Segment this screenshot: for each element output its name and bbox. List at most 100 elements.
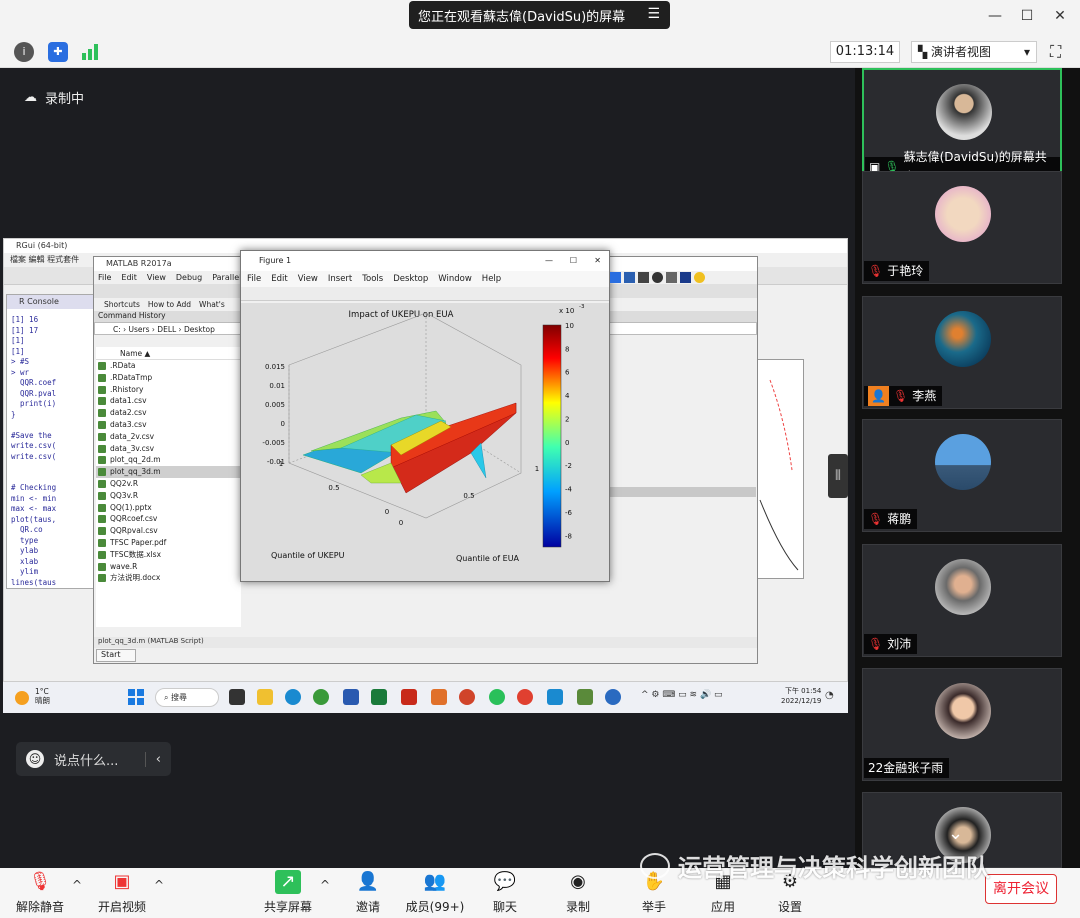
participant-tile[interactable]: 👤 🎙 李燕 [862, 296, 1062, 409]
figure-window[interactable]: Figure 1 — ☐ ✕ File Edit View Insert Tools De… [240, 250, 610, 582]
members-button[interactable]: 👥 成员(99+) [400, 868, 470, 918]
figure-menu-edit[interactable]: Edit [271, 271, 287, 287]
figure-menu-view[interactable]: View [298, 271, 318, 287]
maximize-button[interactable]: ☐ [1016, 8, 1038, 28]
file-list-item[interactable]: plot_qq_2d.m [96, 454, 241, 466]
share-screen-button[interactable]: ↗ 共享屏幕 [258, 868, 318, 918]
shortcuts-link[interactable]: Shortcuts [104, 298, 140, 311]
chevron-left-icon[interactable]: ‹ [144, 751, 161, 767]
figure-menu[interactable]: File Edit View Insert Tools Desktop Window Help [241, 271, 609, 287]
file-list-item[interactable]: wave.R [96, 561, 241, 573]
matlab-menu-view[interactable]: View [147, 271, 166, 284]
chevron-up-icon[interactable]: ^ [320, 878, 330, 892]
whats-new-link[interactable]: What's [199, 298, 225, 311]
matlab-menu-edit[interactable]: Edit [121, 271, 137, 284]
participant-tile[interactable]: 🎙 于艳玲 [862, 171, 1062, 284]
notepad-icon[interactable] [547, 689, 563, 705]
toolbar-icon[interactable] [666, 272, 677, 283]
r-console[interactable]: R Console [1] 16 [1] 17 [1] [1] > #S > w… [6, 294, 98, 589]
taskbar-search[interactable]: ⌕ 搜尋 [155, 688, 219, 707]
whatsapp-icon[interactable] [489, 689, 505, 705]
weather-icon[interactable] [15, 691, 29, 705]
figure-menu-file[interactable]: File [247, 271, 261, 287]
participant-tile[interactable]: ▣🎙蘇志偉(DavidSu)的屏幕共享 [862, 68, 1062, 184]
signal-icon[interactable] [82, 44, 100, 60]
file-list-item[interactable]: TFSC数据.xlsx [96, 549, 241, 561]
toolbar-icon[interactable] [610, 272, 621, 283]
chevron-up-icon[interactable]: ^ [154, 878, 164, 892]
chat-input[interactable]: ☺ 说点什么... ‹ [16, 742, 171, 776]
figure-menu-desktop[interactable]: Desktop [393, 271, 428, 287]
file-list-item[interactable]: data_3v.csv [96, 443, 241, 455]
tray-icons[interactable]: ^ ⚙ ⌨ ▭ ≋ 🔊 ▭ [641, 690, 723, 700]
figure-maximize-button[interactable]: ☐ [570, 251, 577, 271]
info-icon[interactable]: i [14, 42, 34, 62]
file-list-item[interactable]: data1.csv [96, 395, 241, 407]
figure-menu-help[interactable]: Help [482, 271, 501, 287]
file-list-item[interactable]: 方法说明.docx [96, 572, 241, 584]
chevron-down-icon[interactable]: ⌄ [948, 823, 963, 844]
participant-tile[interactable]: 🎙 刘沛 [862, 544, 1062, 657]
chrome-icon[interactable] [313, 689, 329, 705]
file-list-item[interactable]: QQRpval.csv [96, 525, 241, 537]
minimize-button[interactable]: — [984, 8, 1006, 28]
shield-icon[interactable]: ✚ [48, 42, 68, 62]
file-list-item[interactable]: data_2v.csv [96, 431, 241, 443]
matlab-right-toolbar[interactable] [610, 272, 720, 286]
edge-icon[interactable] [285, 689, 301, 705]
menu-icon[interactable]: ☰ [647, 6, 660, 22]
file-list-item[interactable]: plot_qq_3d.m [96, 466, 241, 478]
file-list-item[interactable]: .RData [96, 360, 241, 372]
chevron-up-icon[interactable]: ^ [72, 878, 82, 892]
gear-icon[interactable] [694, 272, 705, 283]
chat-button[interactable]: 💬 聊天 [478, 868, 532, 918]
taskbar-clock[interactable]: 下午 01:54 2022/12/19 [781, 686, 821, 706]
task-view-icon[interactable] [229, 689, 245, 705]
excel-icon[interactable] [371, 689, 387, 705]
participant-tile[interactable]: 🎙 蒋鹏 [862, 419, 1062, 532]
powerpoint-icon[interactable] [459, 689, 475, 705]
name-column-header[interactable]: Name ▲ [96, 347, 241, 360]
sidebar-collapse-button[interactable]: ⦀ [828, 454, 848, 498]
file-explorer-icon[interactable] [257, 689, 273, 705]
r-icon[interactable] [605, 689, 621, 705]
invite-button[interactable]: 👤 邀请 [340, 868, 396, 918]
matlab-icon[interactable] [431, 689, 447, 705]
file-list-item[interactable]: QQ3v.R [96, 490, 241, 502]
acrobat-icon[interactable] [401, 689, 417, 705]
fullscreen-icon[interactable]: ⛶ [1050, 42, 1061, 62]
emoji-icon[interactable]: ☺ [26, 750, 44, 768]
figure-minimize-button[interactable]: — [545, 251, 553, 271]
word-icon[interactable] [343, 689, 359, 705]
windows-start-icon[interactable] [128, 689, 144, 705]
file-list-item[interactable]: QQ2v.R [96, 478, 241, 490]
toolbar-icon[interactable] [624, 272, 635, 283]
view-mode-button[interactable]: ▚ 演讲者视图 ▾ [911, 41, 1037, 63]
file-list-item[interactable]: .RDataTmp [96, 372, 241, 384]
app-icon[interactable] [577, 689, 593, 705]
weather-widget[interactable]: 1°C 晴朗 [35, 687, 50, 705]
current-folder-panel[interactable]: Name ▲ .RData .RDataTmp .Rhistory data1.csv… [96, 347, 241, 627]
toolbar-icon[interactable] [638, 272, 649, 283]
file-list-item[interactable]: QQRcoef.csv [96, 513, 241, 525]
figure-close-button[interactable]: ✕ [594, 251, 601, 271]
file-list-item[interactable]: .Rhistory [96, 384, 241, 396]
figure-plot-area[interactable]: Impact of UKEPU on EUA 0.015 0.01 0.005 0 -0… [241, 303, 609, 581]
figure-menu-window[interactable]: Window [438, 271, 472, 287]
start-video-button[interactable]: ▣ 开启视频 [92, 868, 152, 918]
chrome-browser-icon[interactable] [517, 689, 533, 705]
figure-menu-tools[interactable]: Tools [362, 271, 383, 287]
matlab-menu-debug[interactable]: Debug [176, 271, 202, 284]
start-button[interactable]: Start [96, 649, 136, 662]
share-banner[interactable]: 您正在观看蘇志偉(DavidSu)的屏幕 ☰ [409, 1, 670, 29]
matlab-menu-parallel[interactable]: Parallel [212, 271, 241, 284]
file-list-item[interactable]: data2.csv [96, 407, 241, 419]
unmute-button[interactable]: 🎙 解除静音 [10, 868, 70, 918]
notification-icon[interactable]: ◔ [825, 690, 834, 701]
figure-menu-insert[interactable]: Insert [328, 271, 352, 287]
file-list-item[interactable]: data3.csv [96, 419, 241, 431]
file-list-item[interactable]: QQ(1).pptx [96, 502, 241, 514]
leave-meeting-button[interactable]: 离开会议 [985, 874, 1057, 904]
record-button[interactable]: ◉ 录制 [550, 868, 606, 918]
how-to-add-link[interactable]: How to Add [148, 298, 191, 311]
